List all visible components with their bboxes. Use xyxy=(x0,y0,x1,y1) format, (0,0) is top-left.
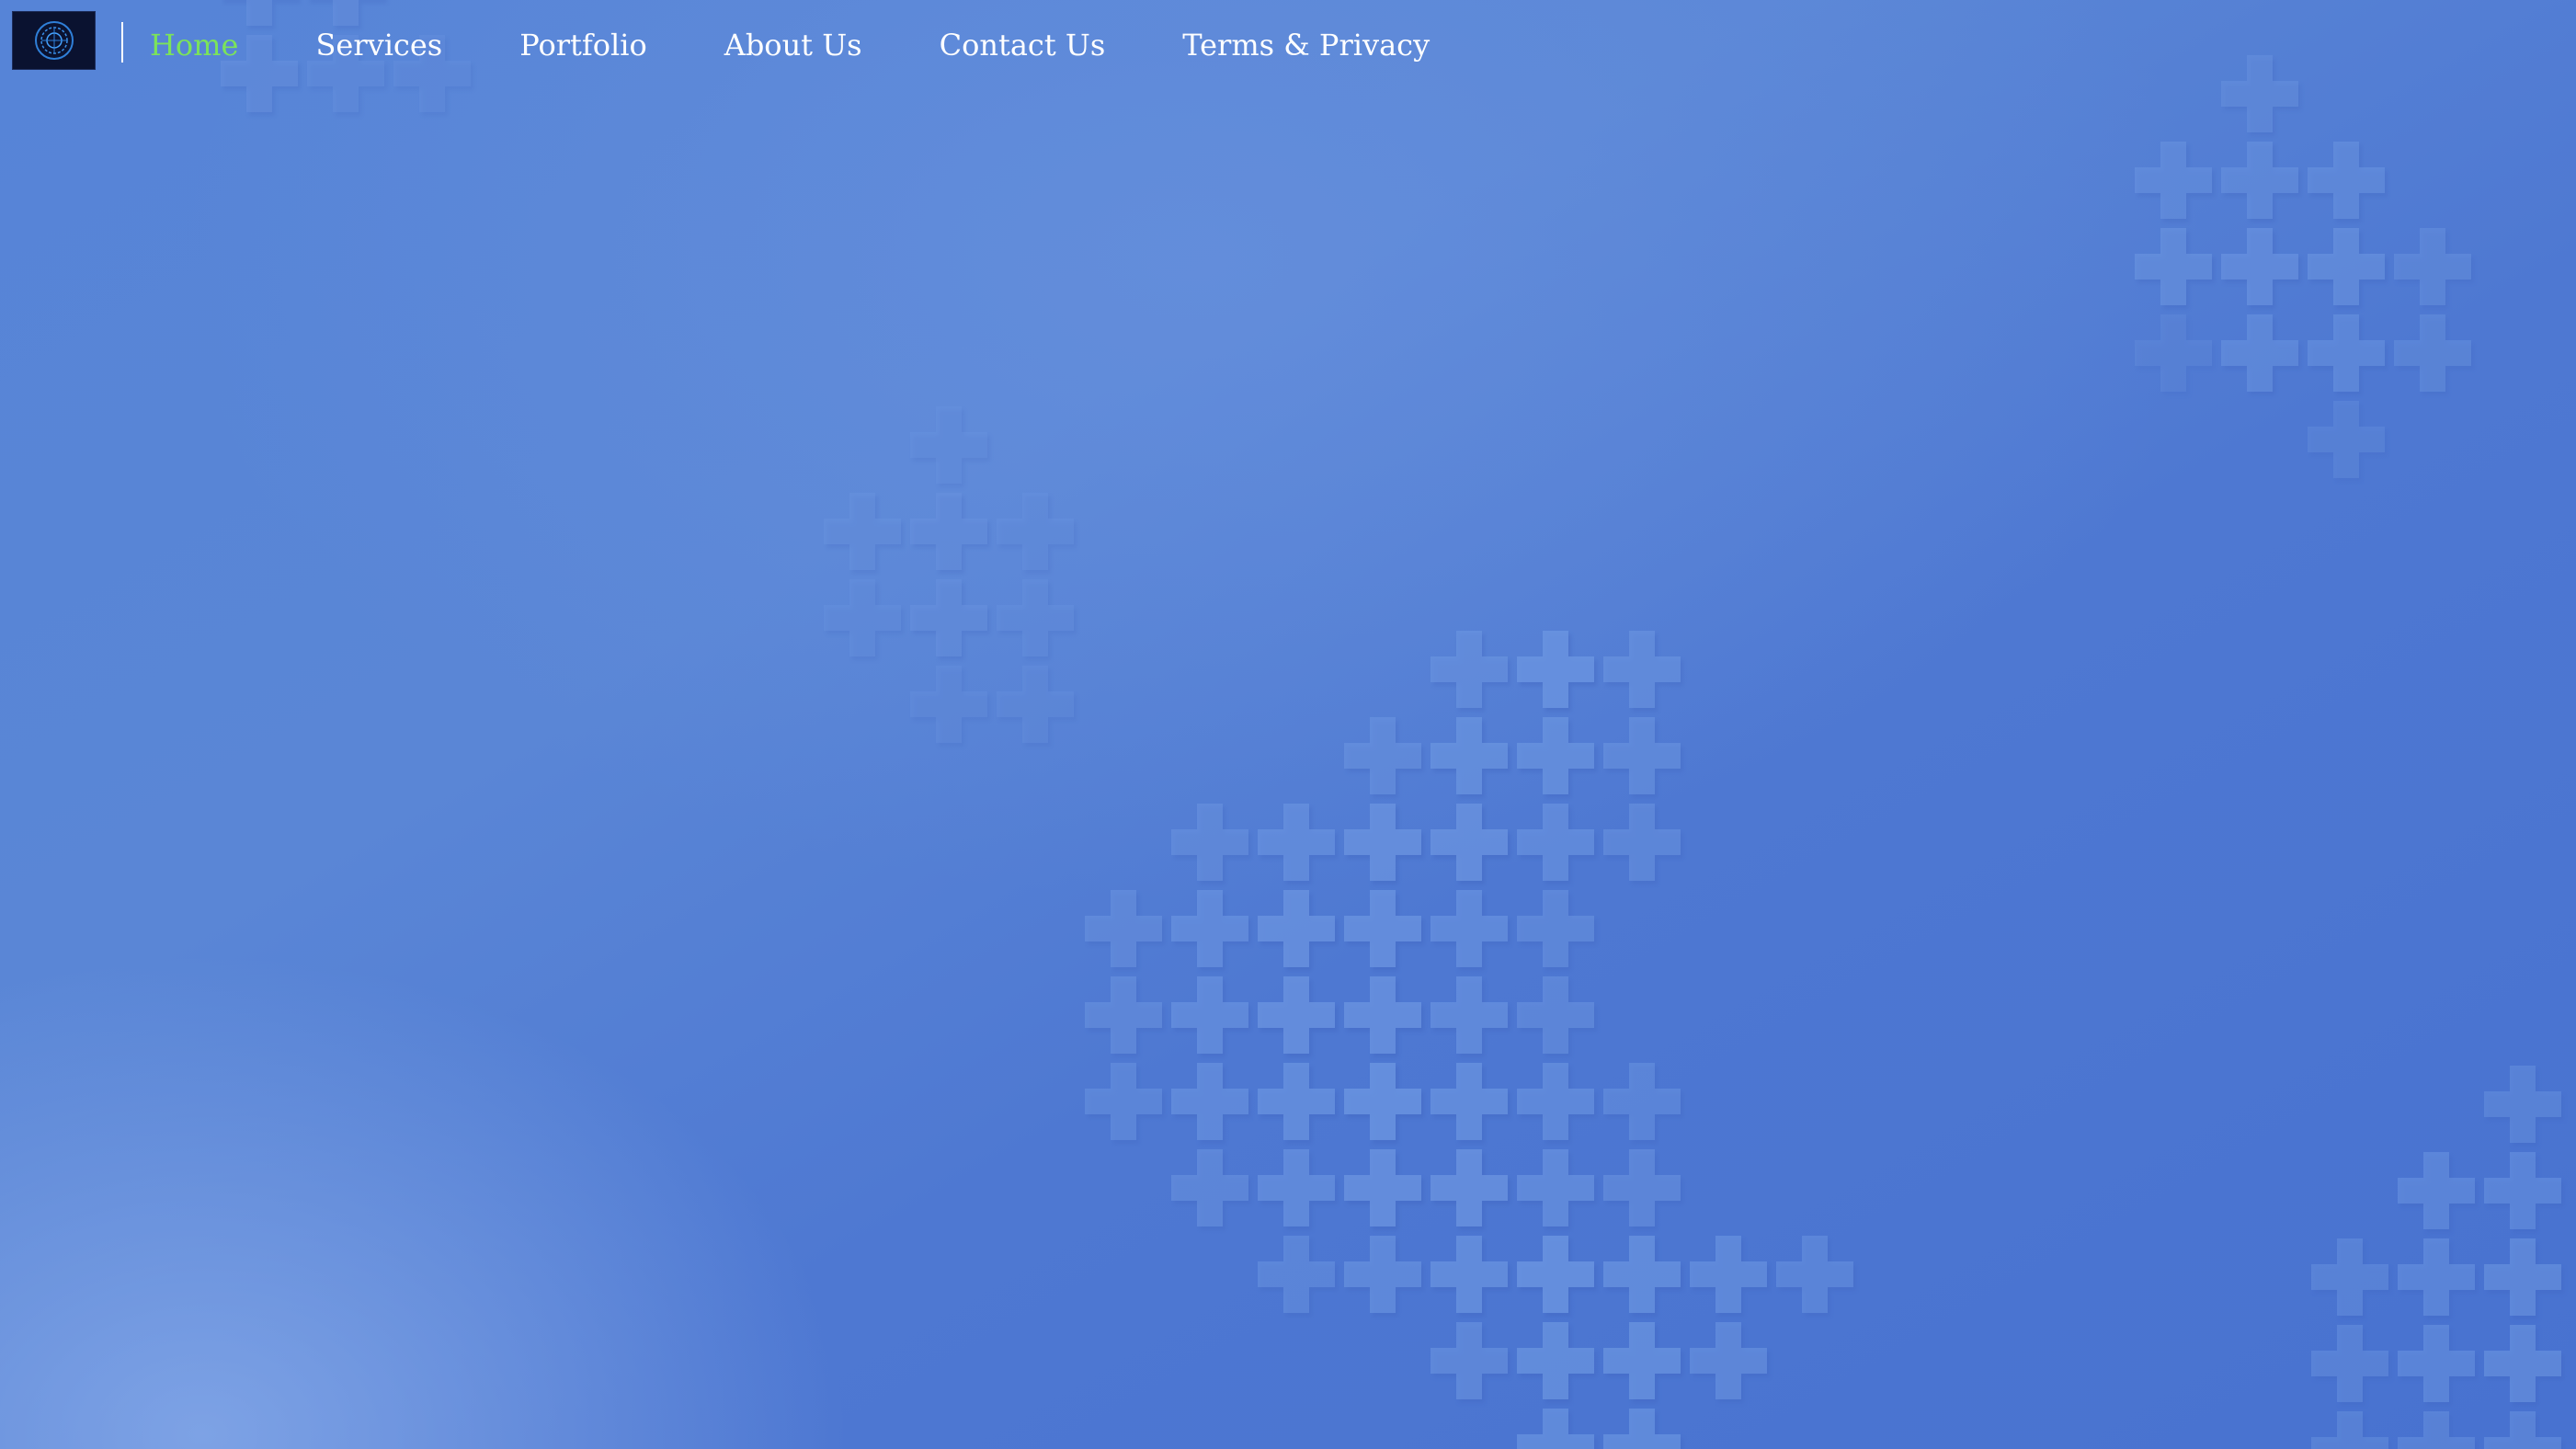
circular-emblem-icon xyxy=(34,21,74,60)
nav-item-portfolio[interactable]: Portfolio xyxy=(519,22,647,68)
background-plus-pattern xyxy=(221,0,2564,1449)
nav-divider xyxy=(121,22,123,63)
nav-item-about-us[interactable]: About Us xyxy=(724,22,862,68)
nav-item-services[interactable]: Services xyxy=(315,22,442,68)
nav-item-contact-us[interactable]: Contact Us xyxy=(940,22,1106,68)
nav-item-terms-privacy[interactable]: Terms & Privacy xyxy=(1182,22,1430,68)
nav-menu: Home Services Portfolio About Us Contact… xyxy=(150,22,1430,68)
nav-item-home[interactable]: Home xyxy=(150,22,238,68)
site-logo[interactable] xyxy=(12,11,96,70)
